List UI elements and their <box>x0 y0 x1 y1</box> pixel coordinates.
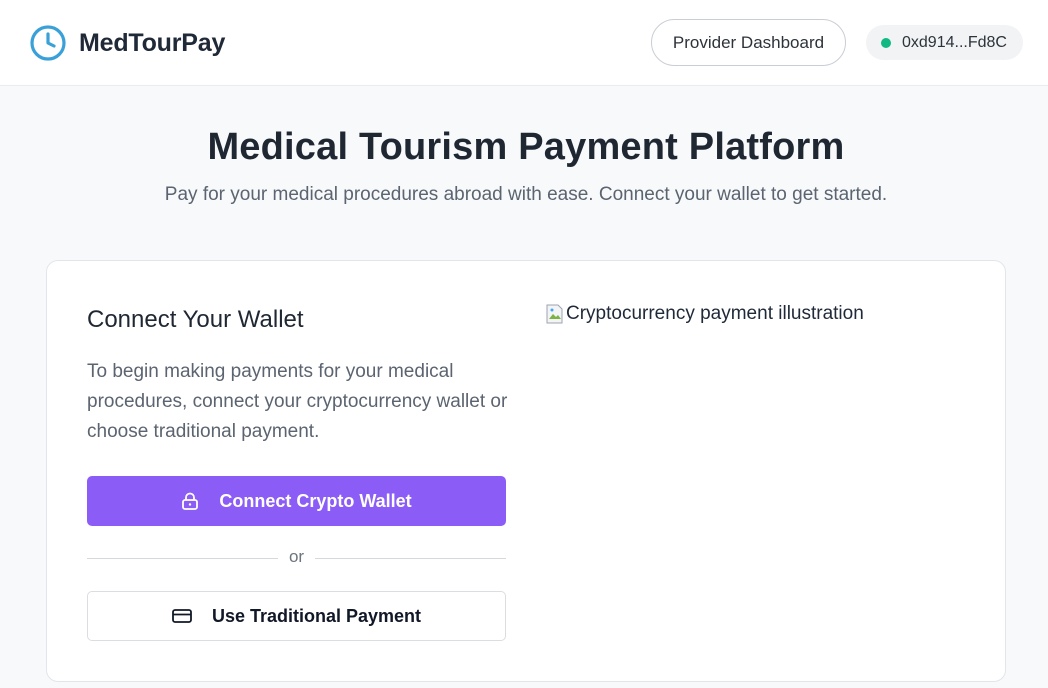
divider-line-left <box>87 558 278 559</box>
connect-crypto-wallet-label: Connect Crypto Wallet <box>219 490 412 511</box>
divider-line-right <box>315 558 506 559</box>
clock-icon <box>30 25 66 61</box>
crypto-payment-illustration: Cryptocurrency payment illustration <box>546 303 864 325</box>
connect-crypto-wallet-button[interactable]: Connect Crypto Wallet <box>87 476 506 526</box>
wallet-address-badge[interactable]: 0xd914...Fd8C <box>866 25 1023 60</box>
card-description: To begin making payments for your medica… <box>87 361 508 442</box>
use-traditional-payment-button[interactable]: Use Traditional Payment <box>87 591 506 641</box>
or-divider: or <box>87 547 506 571</box>
broken-image-icon <box>546 304 563 324</box>
connect-wallet-card: Connect Your Wallet To begin making paym… <box>46 260 1006 682</box>
lock-icon <box>182 492 199 510</box>
wallet-address: 0xd914...Fd8C <box>902 33 1007 51</box>
app-header: MedTourPay Provider Dashboard 0xd914...F… <box>0 0 1048 86</box>
divider-text: or <box>288 547 305 566</box>
use-traditional-payment-label: Use Traditional Payment <box>211 605 422 626</box>
provider-dashboard-button[interactable]: Provider Dashboard <box>651 19 846 66</box>
card-title: Connect Your Wallet <box>87 306 304 333</box>
connection-status-dot <box>881 37 891 48</box>
page-subtitle: Pay for your medical procedures abroad w… <box>164 184 888 205</box>
brand-logo[interactable]: MedTourPay <box>29 24 225 62</box>
illustration-alt-text: Cryptocurrency payment illustration <box>566 303 864 324</box>
brand-name: MedTourPay <box>79 28 226 57</box>
credit-card-icon <box>172 609 192 623</box>
page-title: Medical Tourism Payment Platform <box>207 126 845 168</box>
